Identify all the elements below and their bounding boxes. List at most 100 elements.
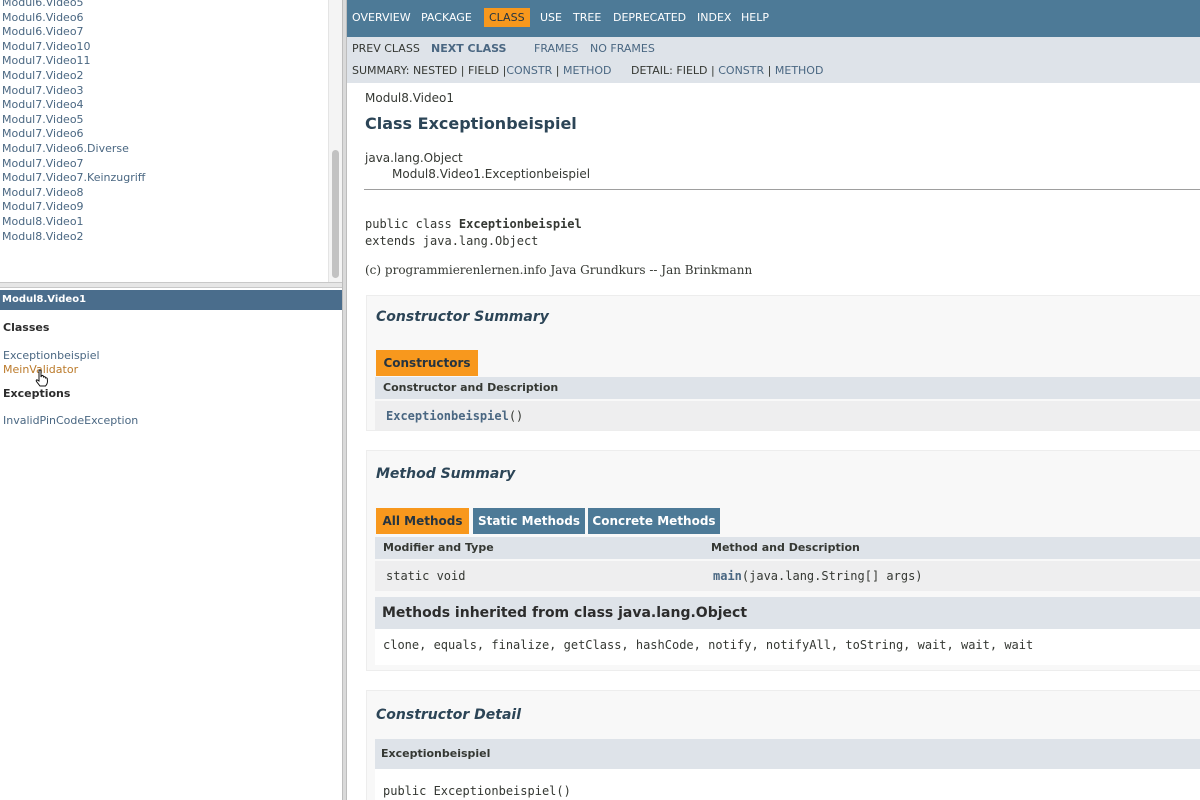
summary-constr-link[interactable]: CONSTR [506,64,552,77]
detail-field: FIELD [676,64,708,77]
package-link-modul7-video2[interactable]: Modul7.Video2 [2,69,328,84]
column-method-description: Method and Description [711,541,860,554]
class-comment: (c) programmierenlernen.info Java Grundk… [365,263,753,277]
table-row: static void main(java.lang.String[] args… [375,561,1200,591]
exception-link-invalidpincodeexception[interactable]: InvalidPinCodeException [3,414,138,427]
inherited-methods-row: clone, equals, finalize, getClass, hashC… [375,629,1200,665]
nav-help[interactable]: HELP [741,11,769,24]
summary-label: SUMMARY: [352,64,410,77]
inheritance-leaf: Modul8.Video1.Exceptionbeispiel [392,167,591,181]
class-list-frame: Modul8.Video1 Classes Exceptionbeispiel … [0,288,342,800]
next-class-link[interactable]: NEXT CLASS [431,42,506,55]
constructor-link[interactable]: Exceptionbeispiel [386,409,509,423]
package-list-scrollbar[interactable] [328,0,342,282]
inherited-methods-header: Methods inherited from class java.lang.O… [375,597,1200,629]
inherited-methods-list: clone, equals, finalize, getClass, hashC… [383,638,1034,652]
summary-nav: SUMMARY: NESTED | FIELD |CONSTR | METHOD [352,64,612,77]
detail-method-link[interactable]: METHOD [775,64,824,77]
prev-class-label: PREV CLASS [352,42,420,55]
inherited-methods-title: Methods inherited from class java.lang.O… [382,605,748,621]
method-summary-title: Method Summary [376,466,516,482]
detail-nav: DETAIL: FIELD | CONSTR | METHOD [631,64,823,77]
package-link-modul7-video11[interactable]: Modul7.Video11 [2,54,328,69]
detail-constr-link[interactable]: CONSTR [718,64,764,77]
nav-package[interactable]: PACKAGE [421,11,472,24]
method-params: (java.lang.String[] args) [741,569,923,583]
constructor-params: () [508,409,524,423]
hand-pointer-icon [35,369,49,387]
package-list: Modul6.Video5 Modul6.Video6 Modul6.Video… [2,0,328,244]
constructor-detail-body: public Exceptionbeispiel() [375,769,1200,800]
left-frames: Modul6.Video5 Modul6.Video6 Modul6.Video… [0,0,342,800]
constructor-detail-header: Exceptionbeispiel [375,739,1200,769]
frames-link[interactable]: FRAMES [534,42,578,55]
nav-deprecated[interactable]: DEPRECATED [613,11,686,24]
separator: | [711,64,715,77]
separator: | [460,64,465,77]
section-divider [364,189,1200,190]
nav-index[interactable]: INDEX [697,11,731,24]
package-link-modul6-video7[interactable]: Modul6.Video7 [2,25,328,40]
scrollbar-thumb[interactable] [332,150,339,278]
package-link-modul6-video5[interactable]: Modul6.Video5 [2,0,328,11]
exceptions-heading: Exceptions [3,387,71,400]
summary-nested: NESTED [412,64,458,77]
package-link-modul7-video6[interactable]: Modul7.Video6 [2,127,328,142]
method-link-main[interactable]: main [713,569,742,583]
summary-field: FIELD [467,64,500,77]
nav-class[interactable]: CLASS [484,8,530,27]
nav-use[interactable]: USE [540,11,562,24]
constructor-table-header: Constructor and Description [375,377,1200,399]
package-link-modul7-video7-keinzugriff[interactable]: Modul7.Video7.Keinzugriff [2,171,328,186]
method-modifier: static void [386,569,466,583]
detail-label: DETAIL: [631,64,673,77]
package-link-modul7-video5[interactable]: Modul7.Video5 [2,113,328,128]
tab-all-methods[interactable]: All Methods [376,508,469,534]
package-name: Modul8.Video1 [365,91,454,105]
column-modifier-type: Modifier and Type [383,541,494,554]
top-navigation-bar: OVERVIEW PACKAGE CLASS USE TREE DEPRECAT… [347,0,1200,37]
separator: | [767,64,772,77]
no-frames-link[interactable]: NO FRAMES [590,42,655,55]
summary-method-link[interactable]: METHOD [563,64,612,77]
package-link-modul7-video8[interactable]: Modul7.Video8 [2,186,328,201]
constructor-detail-section: Constructor Detail Exceptionbeispiel pub… [366,690,1200,800]
nav-tree[interactable]: TREE [573,11,601,24]
constructor-detail-signature: public Exceptionbeispiel() [383,784,571,798]
class-declaration: public class Exceptionbeispiel [365,217,582,231]
package-list-frame: Modul6.Video5 Modul6.Video6 Modul6.Video… [0,0,342,282]
package-link-modul7-video9[interactable]: Modul7.Video9 [2,200,328,215]
method-table-header: Modifier and Type Method and Description [375,537,1200,559]
package-link-modul8-video1[interactable]: Modul8.Video1 [2,215,328,230]
inheritance-root: java.lang.Object [365,151,463,165]
column-constructor-description: Constructor and Description [383,381,559,394]
table-row: Exceptionbeispiel() [375,401,1200,430]
constructor-summary-title: Constructor Summary [376,309,549,325]
declaration-prefix: public class [365,217,459,231]
classes-heading: Classes [3,321,50,334]
package-link-modul7-video10[interactable]: Modul7.Video10 [2,40,328,55]
method-summary-section: Method Summary All Methods Static Method… [366,450,1200,671]
class-frame-title[interactable]: Modul8.Video1 [0,290,342,310]
constructor-detail-title: Constructor Detail [376,707,521,723]
class-title: Class Exceptionbeispiel [365,114,577,133]
tab-static-methods[interactable]: Static Methods [473,508,585,534]
method-signature: main(java.lang.String[] args) [713,569,923,583]
sub-navigation-bar: PREV CLASS NEXT CLASS FRAMES NO FRAMES S… [347,37,1200,83]
constructor-signature: Exceptionbeispiel() [386,409,523,423]
separator: | [555,64,560,77]
package-link-modul7-video3[interactable]: Modul7.Video3 [2,84,328,99]
constructor-summary-section: Constructor Summary Constructors Constru… [366,295,1200,431]
package-link-modul8-video2[interactable]: Modul8.Video2 [2,230,328,245]
package-link-modul6-video6[interactable]: Modul6.Video6 [2,11,328,26]
tab-constructors[interactable]: Constructors [376,350,478,376]
declaration-class-name: Exceptionbeispiel [458,217,582,231]
class-link-exceptionbeispiel[interactable]: Exceptionbeispiel [3,349,100,362]
package-link-modul7-video7[interactable]: Modul7.Video7 [2,157,328,172]
package-link-modul7-video4[interactable]: Modul7.Video4 [2,98,328,113]
declaration-extends: extends java.lang.Object [365,234,539,248]
package-link-modul7-video6-diverse[interactable]: Modul7.Video6.Diverse [2,142,328,157]
tab-concrete-methods[interactable]: Concrete Methods [588,508,720,534]
nav-overview[interactable]: OVERVIEW [352,11,411,24]
constructor-detail-name: Exceptionbeispiel [381,747,491,760]
